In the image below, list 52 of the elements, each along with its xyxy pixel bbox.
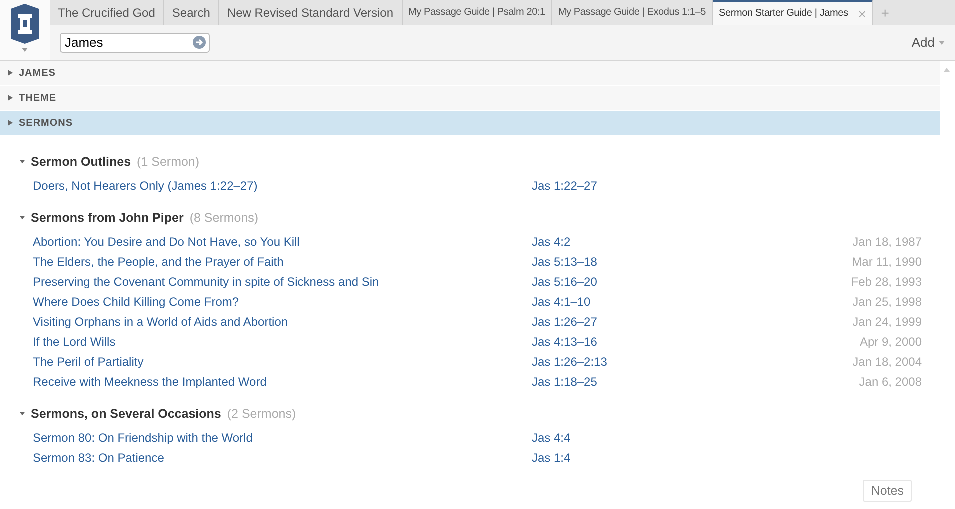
reference-link[interactable]: Jas 4:1–10 xyxy=(532,295,591,309)
reference-link[interactable]: Jas 5:16–20 xyxy=(532,275,598,289)
tab[interactable]: Sermon Starter Guide | James × xyxy=(713,0,874,25)
expander-icon[interactable] xyxy=(8,95,13,101)
reference-link[interactable]: Jas 4:4 xyxy=(532,431,571,445)
sermon-link[interactable]: Visiting Orphans in a World of Aids and Abortion xyxy=(33,315,288,329)
section-header[interactable]: JAMES xyxy=(0,61,940,86)
search-field[interactable]: James xyxy=(60,32,210,52)
arrow-icon[interactable] xyxy=(193,36,206,48)
reference-link[interactable]: Jas 5:13–18 xyxy=(532,255,598,269)
reference-link[interactable]: Jas 1:26–27 xyxy=(532,315,598,329)
group-count: (2 Sermons) xyxy=(227,407,296,421)
sermon-link[interactable]: Receive with Meekness the Implanted Word xyxy=(33,375,267,389)
sermon-date: Jan 6, 2008 xyxy=(858,375,922,389)
sermon-link[interactable]: Where Does Child Killing Come From? xyxy=(33,295,240,309)
logo-icon[interactable] xyxy=(8,4,42,44)
notes-button[interactable]: Notes xyxy=(863,480,912,502)
expander-icon[interactable] xyxy=(8,120,13,126)
group-count: (1 Sermon) xyxy=(137,155,200,169)
reference-link[interactable]: Jas 1:18–25 xyxy=(532,375,598,389)
sermon-date: Feb 28, 1993 xyxy=(850,275,922,289)
reference-link[interactable]: Jas 4:13–16 xyxy=(532,335,598,349)
sermon-date: Apr 9, 2000 xyxy=(858,335,922,349)
expander-icon[interactable] xyxy=(20,159,25,165)
expander-icon[interactable] xyxy=(20,215,25,221)
sermon-link[interactable]: The Elders, the People, and the Prayer of Faith xyxy=(33,255,284,269)
reference-link[interactable]: Jas 1:26–2:13 xyxy=(532,355,608,369)
sermon-date: Jan 18, 2004 xyxy=(852,355,922,369)
sermon-link[interactable]: Sermon 80: On Friendship with the World xyxy=(33,431,253,445)
section-header[interactable]: SERMONS xyxy=(0,111,940,136)
sermon-date: Mar 11, 1990 xyxy=(851,255,922,269)
group-count: (8 Sermons) xyxy=(190,211,259,225)
group-title: Sermons, on Several Occasions xyxy=(31,407,222,421)
reference-link[interactable]: Jas 1:4 xyxy=(532,451,571,465)
sermon-date: Jan 18, 1987 xyxy=(852,235,922,249)
sermon-link[interactable]: Sermon 83: On Patience xyxy=(33,451,164,465)
sermon-date: Jan 24, 1999 xyxy=(852,315,922,329)
reference-link[interactable]: Jas 4:2 xyxy=(532,235,571,249)
sermon-link[interactable]: If the Lord Wills xyxy=(33,335,116,349)
group-title: Sermon Outlines xyxy=(31,155,132,169)
group-title: Sermons from John Piper xyxy=(31,211,184,225)
expander-icon[interactable] xyxy=(8,70,13,76)
expander-icon[interactable] xyxy=(20,411,25,417)
section-header[interactable]: THEME xyxy=(0,86,940,111)
add-button[interactable]: Add xyxy=(912,35,945,50)
sermon-date: Jan 25, 1998 xyxy=(852,295,922,309)
sermon-link[interactable]: Preserving the Covenant Community in spite of Sickness and Sin xyxy=(33,275,380,289)
caret-icon[interactable] xyxy=(22,48,28,52)
sermon-link[interactable]: Abortion: You Desire and Do Not Have, so You Kill xyxy=(33,235,300,249)
reference-link[interactable]: Jas 1:22–27 xyxy=(532,179,598,193)
sermon-link[interactable]: Doers, Not Hearers Only (James 1:22–27) xyxy=(33,179,258,193)
sermon-link[interactable]: The Peril of Partiality xyxy=(33,355,144,369)
